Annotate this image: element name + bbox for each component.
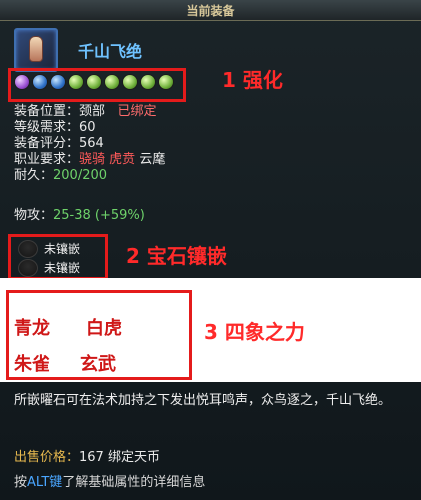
window-title: 当前装备: [186, 4, 235, 18]
enhance-highlight-box: [8, 68, 186, 102]
stat-class: 职业要求：骁骑 虎贲 云麾: [14, 152, 165, 168]
attack-value: 25-38 (+59%): [53, 208, 145, 223]
class-label: 职业要求：: [14, 152, 80, 167]
item-description: 所嵌曜石可在法术加持之下发出悦耳鸣声，众鸟逐之，千山飞绝。: [14, 393, 392, 408]
durability-value: 200/200: [53, 168, 108, 183]
level-label: 等级需求：: [14, 120, 80, 135]
bound-status: 已绑定: [117, 104, 157, 119]
socket-highlight-box: [8, 234, 108, 280]
beast-baihu: 白虎: [86, 318, 122, 339]
slot-value: 颈部: [79, 104, 106, 119]
item-tooltip: 当前装备 千山飞绝 1 强化 装备位置：颈部 已绑定 等级需求：60 装备评分：…: [0, 0, 421, 500]
stat-level: 等级需求：60: [14, 120, 165, 136]
hint-suffix: 了解基础属性的详细信息: [62, 475, 206, 490]
annotation-socket: 2 宝石镶嵌: [126, 244, 227, 268]
four-symbols-panel: 青龙 白虎 朱雀 玄武 3 四象之力: [0, 278, 421, 382]
alt-hint: 按ALT键了解基础属性的详细信息: [14, 471, 205, 490]
hint-prefix: 按: [14, 475, 28, 490]
necklace-icon: [29, 36, 43, 62]
title-bar: 当前装备: [0, 0, 421, 21]
attack-label: 物攻：: [14, 208, 54, 223]
beast-qinglong: 青龙: [14, 318, 50, 339]
score-value: 564: [79, 136, 104, 151]
stat-durability: 耐久：200/200: [14, 168, 165, 184]
beast-zhuque: 朱雀: [14, 354, 50, 375]
annotation-enhance: 1 强化: [222, 68, 283, 92]
class-2: 虎贲: [109, 152, 136, 167]
item-name: 千山飞绝: [78, 42, 143, 61]
beast-xuanwu: 玄武: [80, 354, 116, 375]
stats-block: 装备位置：颈部 已绑定 等级需求：60 装备评分：564 职业要求：骁骑 虎贲 …: [14, 104, 165, 184]
price-value: 167: [79, 450, 104, 465]
sell-price: 出售价格：167 绑定天币: [14, 446, 160, 465]
annotation-four-symbols: 3 四象之力: [204, 320, 305, 344]
item-icon[interactable]: [14, 28, 58, 72]
class-1: 骁骑: [79, 152, 106, 167]
alt-key: ALT键: [27, 475, 63, 490]
price-currency: 绑定天币: [107, 450, 160, 465]
slot-label: 装备位置：: [14, 104, 80, 119]
score-label: 装备评分：: [14, 136, 80, 151]
price-label: 出售价格：: [14, 450, 80, 465]
stat-slot: 装备位置：颈部 已绑定: [14, 104, 165, 120]
attack-line: 物攻：25-38 (+59%): [14, 204, 145, 223]
stat-score: 装备评分：564: [14, 136, 165, 152]
class-3: 云麾: [139, 152, 166, 167]
level-value: 60: [79, 120, 96, 135]
durability-label: 耐久：: [14, 168, 54, 183]
